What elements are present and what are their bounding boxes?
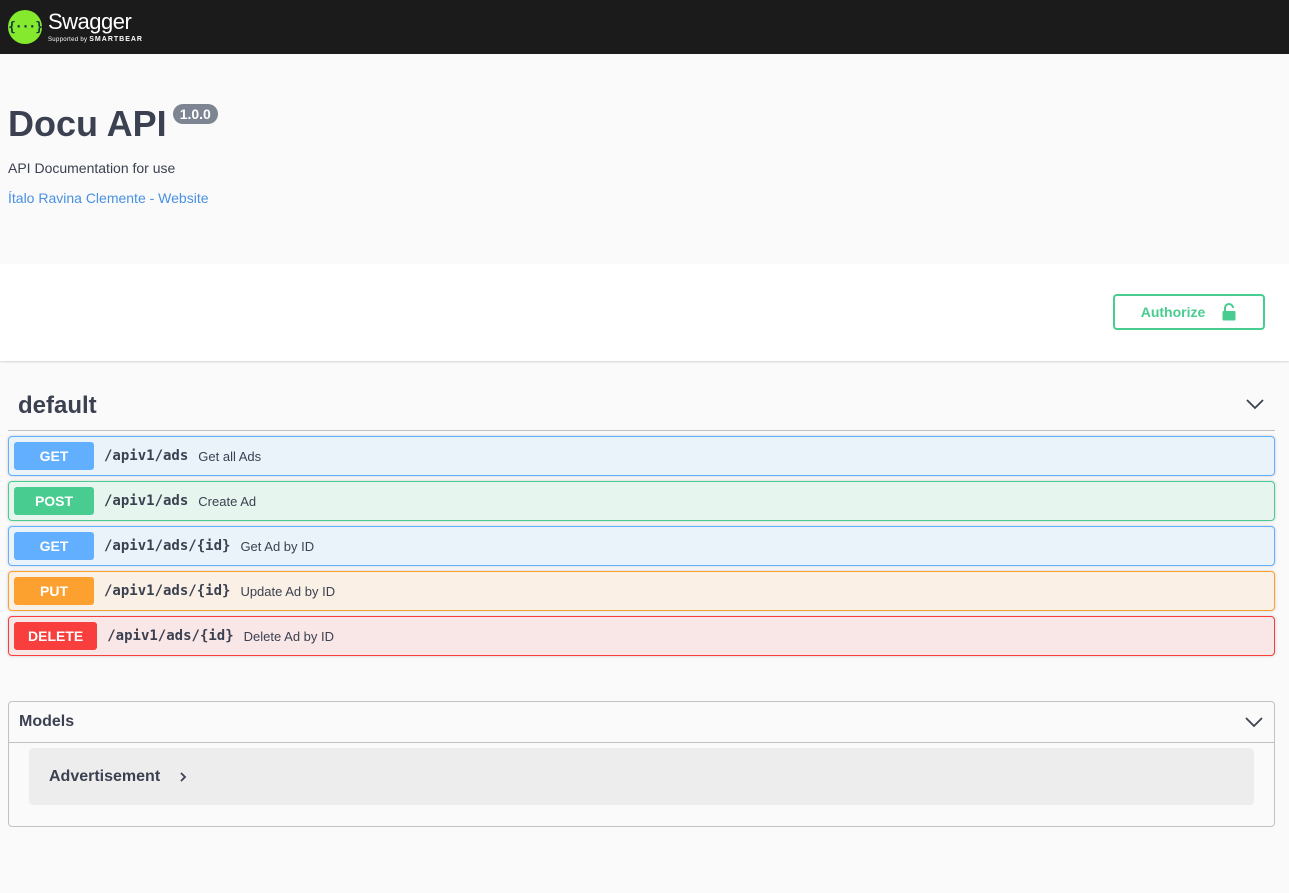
operation-path: /apiv1/ads/{id} bbox=[104, 538, 231, 554]
operation-delete-ad-by-id[interactable]: DELETE /apiv1/ads/{id} Delete Ad by ID bbox=[8, 616, 1275, 656]
logo-sub-prefix: Supported by bbox=[48, 37, 90, 43]
method-badge: GET bbox=[14, 532, 94, 560]
operation-summary: Delete Ad by ID bbox=[243, 628, 334, 644]
model-name: Advertisement bbox=[49, 767, 161, 785]
method-badge: PUT bbox=[14, 577, 94, 605]
operation-put-ad-by-id[interactable]: PUT /apiv1/ads/{id} Update Ad by ID bbox=[8, 571, 1275, 611]
operation-path: /apiv1/ads/{id} bbox=[107, 628, 234, 644]
logo-subtitle: Supported by SMARTBEAR bbox=[48, 36, 143, 43]
scheme-container: Authorize bbox=[0, 264, 1289, 361]
logo-sub-brand: SMARTBEAR bbox=[89, 36, 143, 43]
method-badge: DELETE bbox=[14, 622, 98, 650]
operation-summary: Create Ad bbox=[198, 493, 257, 509]
models-title: Models bbox=[19, 713, 75, 730]
topbar: {···} Swagger Supported by SMARTBEAR bbox=[0, 0, 1289, 54]
operation-path: /apiv1/ads bbox=[104, 448, 189, 464]
operation-post-ads[interactable]: POST /apiv1/ads Create Ad bbox=[8, 481, 1275, 521]
page-title: Docu API bbox=[8, 103, 167, 144]
operation-get-ad-by-id[interactable]: GET /apiv1/ads/{id} Get Ad by ID bbox=[8, 526, 1275, 566]
chevron-down-icon[interactable] bbox=[1244, 712, 1264, 732]
api-info: Docu API 1.0.0 API Documentation for use… bbox=[0, 54, 1289, 264]
contact-link[interactable]: Ítalo Ravina Clemente - Website bbox=[8, 190, 209, 206]
operation-summary: Get Ad by ID bbox=[240, 538, 315, 554]
logo-title: Swagger bbox=[48, 9, 132, 34]
authorize-label: Authorize bbox=[1140, 304, 1206, 320]
model-advertisement[interactable]: Advertisement bbox=[29, 748, 1254, 805]
operation-summary: Get all Ads bbox=[198, 448, 262, 464]
operation-path: /apiv1/ads/{id} bbox=[104, 583, 231, 599]
method-badge: GET bbox=[14, 442, 94, 470]
chevron-right-icon[interactable] bbox=[178, 771, 188, 783]
tag-header[interactable]: default bbox=[8, 361, 1275, 431]
models-header[interactable]: Models bbox=[9, 702, 1274, 743]
lock-icon bbox=[1222, 303, 1236, 321]
operation-path: /apiv1/ads bbox=[104, 493, 189, 509]
version-badge: 1.0.0 bbox=[172, 104, 218, 124]
authorize-button[interactable]: Authorize bbox=[1113, 294, 1265, 330]
chevron-down-icon[interactable] bbox=[1245, 394, 1265, 414]
tag-title: default bbox=[18, 392, 97, 419]
api-description: API Documentation for use bbox=[8, 160, 176, 176]
tag-section-default: default GET /apiv1/ads Get all Ads POST … bbox=[0, 361, 1289, 656]
operation-get-ads[interactable]: GET /apiv1/ads Get all Ads bbox=[8, 436, 1275, 476]
title-row: Docu API 1.0.0 bbox=[8, 102, 1281, 146]
logo-text: Swagger Supported by SMARTBEAR bbox=[48, 9, 143, 44]
models-section: Models Advertisement bbox=[8, 701, 1275, 827]
swagger-logo-icon: {···} bbox=[8, 10, 43, 44]
method-badge: POST bbox=[14, 487, 94, 515]
swagger-logo[interactable]: {···} Swagger Supported by SMARTBEAR bbox=[8, 10, 143, 44]
operation-summary: Update Ad by ID bbox=[240, 583, 336, 599]
